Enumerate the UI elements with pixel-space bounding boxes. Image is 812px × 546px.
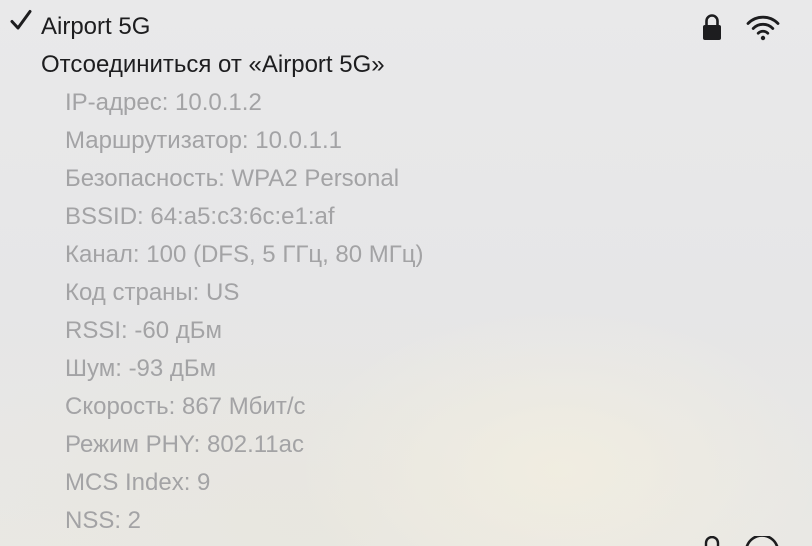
detail-rssi: RSSI: -60 дБм — [65, 317, 222, 344]
disconnect-menu-item[interactable]: Отсоединиться от «Airport 5G» — [41, 46, 385, 84]
detail-security: Безопасность: WPA2 Personal — [65, 165, 400, 192]
wifi-menu: Airport 5G Отсоединиться от «Airport 5G»… — [0, 0, 812, 546]
detail-tx-rate: Скорость: 867 Мбит/с — [65, 393, 306, 420]
detail-noise: Шум: -93 дБм — [65, 355, 217, 382]
wifi-icon — [746, 15, 780, 41]
detail-nss: NSS: 2 — [65, 507, 142, 534]
network-details-list: IP-адрес: 10.0.1.2 Маршрутизатор: 10.0.1… — [65, 84, 424, 540]
checkmark-icon — [10, 10, 32, 30]
detail-ip-address: IP-адрес: 10.0.1.2 — [65, 89, 262, 116]
detail-phy-mode: Режим PHY: 802.11ac — [65, 431, 304, 458]
next-row-icons-partial — [704, 536, 779, 546]
detail-mcs-index: MCS Index: 9 — [65, 469, 211, 496]
detail-bssid: BSSID: 64:a5:c3:6c:e1:af — [65, 203, 335, 230]
lock-icon — [703, 14, 721, 40]
detail-country-code: Код страны: US — [65, 279, 240, 306]
detail-channel: Канал: 100 (DFS, 5 ГГц, 80 МГц) — [65, 241, 424, 268]
detail-router: Маршрутизатор: 10.0.1.1 — [65, 127, 343, 154]
network-name: Airport 5G — [41, 13, 151, 40]
